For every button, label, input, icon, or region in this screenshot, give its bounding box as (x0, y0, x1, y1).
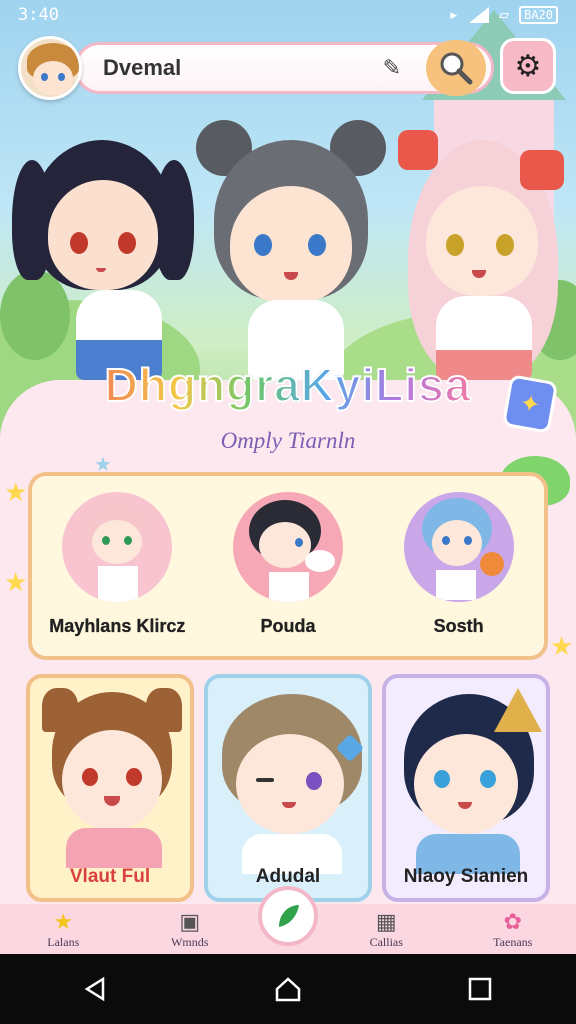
star-decoration: ★ (4, 478, 28, 508)
star-icon: ★ (53, 908, 74, 934)
featured-character-portrait (403, 492, 514, 602)
featured-character-portrait (232, 492, 343, 602)
status-time: 3:40 (18, 5, 59, 25)
search-button[interactable] (426, 40, 486, 96)
system-navigation-bar (0, 954, 576, 1024)
pencil-icon[interactable]: ✎ (383, 56, 401, 81)
calendar-icon: ▦ (375, 908, 397, 934)
character-card[interactable]: Vlaut Ful (26, 674, 194, 902)
back-icon (84, 976, 105, 1002)
nav-label: Wmnds (171, 934, 209, 949)
nav-item-taenans[interactable]: ✿ Taenans (473, 909, 553, 950)
status-icons: ▸ ▱ BA20 (449, 5, 558, 25)
nav-label: Callias (369, 934, 403, 949)
sim-icon: ▱ (498, 5, 510, 25)
nav-label: Taenans (493, 934, 533, 949)
leaf-icon (279, 905, 299, 927)
search-icon (440, 52, 473, 85)
recents-icon (468, 977, 492, 1001)
nav-item-wmnds[interactable]: ▣ Wmnds (150, 909, 230, 950)
play-button[interactable] (258, 886, 318, 946)
featured-character-name: Sosth (433, 616, 484, 636)
back-button[interactable] (66, 969, 126, 1009)
search-input[interactable]: Dvemal (103, 55, 383, 81)
avatar[interactable] (18, 36, 82, 100)
character-cards: Vlaut Ful Adudal Nlaoy Sianien (26, 674, 550, 902)
featured-character[interactable]: Pouda (213, 492, 363, 637)
battery-indicator: BA20 (519, 6, 558, 24)
flower-icon: ✿ (503, 908, 522, 934)
gear-icon: ⚙ (514, 48, 542, 84)
character-pink-hair (398, 130, 568, 380)
nav-item-lalans[interactable]: ★ Lalans (23, 909, 103, 950)
nav-item-callias[interactable]: ▦ Callias (346, 909, 426, 950)
featured-characters-panel: Mayhlans Klircz Pouda Sosth (28, 472, 548, 660)
character-card-name: Adudal (255, 866, 321, 887)
status-bar: 3:40 ▸ ▱ BA20 (0, 0, 576, 30)
featured-character-portrait (62, 492, 173, 602)
home-icon (275, 977, 301, 1002)
home-button[interactable] (258, 969, 318, 1009)
star-decoration: ★ (4, 568, 28, 598)
featured-character-name: Pouda (260, 616, 316, 636)
box-icon: ▣ (179, 908, 201, 934)
character-card-name: Nlaoy Sianien (403, 866, 529, 887)
game-subtitle: Omply Tiarnln (220, 428, 356, 453)
featured-character-name: Mayhlans Klircz (49, 616, 186, 636)
signal-icon (468, 7, 489, 23)
recents-button[interactable] (450, 969, 510, 1009)
character-card[interactable]: Nlaoy Sianien (382, 674, 550, 902)
featured-character[interactable]: Mayhlans Klircz (42, 492, 192, 637)
star-decoration: ★ (550, 632, 574, 662)
wifi-icon: ▸ (448, 5, 459, 25)
character-grey-buns (196, 120, 386, 380)
shopping-bag-icon[interactable]: ✦ (501, 374, 559, 434)
top-bar: Dvemal ✎ ⚙ (18, 36, 558, 100)
settings-button[interactable]: ⚙ (500, 38, 556, 94)
featured-character[interactable]: Sosth (384, 492, 534, 637)
character-dark-hair (12, 140, 194, 380)
character-card[interactable]: Adudal (204, 674, 372, 902)
game-title: DhgngraKyiLisa (104, 358, 472, 412)
nav-label: Lalans (47, 934, 80, 949)
character-card-name: Vlaut Ful (69, 866, 151, 887)
